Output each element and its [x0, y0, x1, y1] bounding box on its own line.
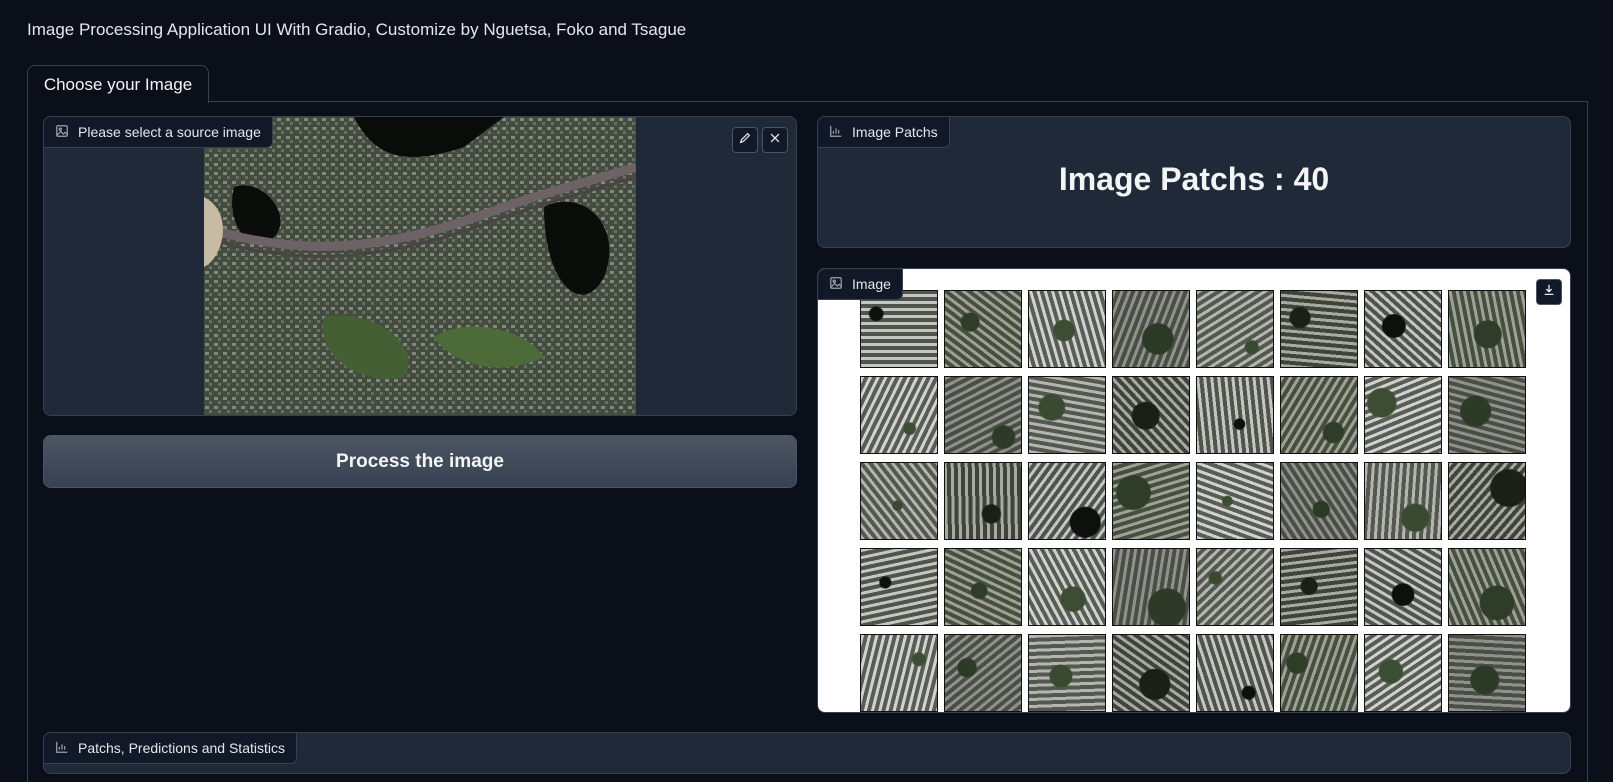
patch-count-text: Image Patchs : 40 — [1058, 161, 1330, 197]
app-title: Image Processing Application UI With Gra… — [27, 20, 687, 39]
patch-thumbnail[interactable] — [1280, 634, 1358, 712]
patch-thumbnail[interactable] — [1112, 634, 1190, 712]
image-patchs-block: Image Patchs Image Patchs : 40 — [817, 116, 1571, 248]
patch-thumbnail[interactable] — [1196, 462, 1274, 540]
image-gallery-block: Image — [817, 268, 1571, 713]
patch-thumbnail[interactable] — [1112, 376, 1190, 454]
patch-thumbnail[interactable] — [1028, 290, 1106, 368]
patch-thumbnail[interactable] — [860, 634, 938, 712]
patch-thumbnail[interactable] — [1028, 634, 1106, 712]
source-image — [204, 117, 636, 415]
patch-thumbnail[interactable] — [1196, 634, 1274, 712]
patch-thumbnail[interactable] — [944, 634, 1022, 712]
patch-thumbnail[interactable] — [1448, 290, 1526, 368]
chart-icon — [55, 740, 69, 757]
patch-thumbnail[interactable] — [1448, 634, 1526, 712]
patch-thumbnail[interactable] — [1112, 462, 1190, 540]
patch-thumbnail[interactable] — [1280, 290, 1358, 368]
patch-grid — [860, 290, 1526, 712]
patch-thumbnail[interactable] — [1280, 462, 1358, 540]
patch-thumbnail[interactable] — [1112, 290, 1190, 368]
chart-icon — [829, 124, 843, 141]
patch-thumbnail[interactable] — [944, 548, 1022, 626]
patch-thumbnail[interactable] — [1196, 548, 1274, 626]
patch-thumbnail[interactable] — [1364, 376, 1442, 454]
edit-button[interactable] — [732, 127, 758, 153]
patch-thumbnail[interactable] — [944, 462, 1022, 540]
process-image-button[interactable]: Process the image — [43, 435, 797, 488]
pencil-icon — [738, 131, 752, 150]
source-image-label-text: Please select a source image — [78, 124, 261, 140]
patch-thumbnail[interactable] — [1028, 548, 1106, 626]
image-patchs-label: Image Patchs — [818, 117, 950, 148]
patch-thumbnail[interactable] — [1364, 634, 1442, 712]
patch-thumbnail[interactable] — [1280, 376, 1358, 454]
image-icon — [55, 124, 69, 141]
patch-thumbnail[interactable] — [860, 290, 938, 368]
patch-thumbnail[interactable] — [860, 462, 938, 540]
image-icon — [829, 276, 843, 293]
patch-thumbnail[interactable] — [1448, 462, 1526, 540]
clear-button[interactable] — [762, 127, 788, 153]
patch-thumbnail[interactable] — [1196, 290, 1274, 368]
stats-label-text: Patchs, Predictions and Statistics — [78, 740, 285, 756]
patch-thumbnail[interactable] — [1196, 376, 1274, 454]
image-patchs-label-text: Image Patchs — [852, 124, 938, 140]
close-icon — [768, 131, 782, 150]
patch-thumbnail[interactable] — [1280, 548, 1358, 626]
patchs-predictions-statistics-block: Patchs, Predictions and Statistics — [43, 732, 1571, 774]
patch-thumbnail[interactable] — [1364, 290, 1442, 368]
patch-thumbnail[interactable] — [1364, 462, 1442, 540]
patch-thumbnail[interactable] — [944, 376, 1022, 454]
stats-label: Patchs, Predictions and Statistics — [44, 733, 297, 764]
patch-thumbnail[interactable] — [944, 290, 1022, 368]
patch-thumbnail[interactable] — [1028, 376, 1106, 454]
patch-thumbnail[interactable] — [1448, 548, 1526, 626]
source-image-label: Please select a source image — [44, 117, 273, 148]
patch-thumbnail[interactable] — [1028, 462, 1106, 540]
image-gallery-label-text: Image — [852, 276, 891, 292]
download-icon — [1542, 283, 1556, 302]
download-button[interactable] — [1536, 279, 1562, 305]
image-gallery-label: Image — [818, 269, 903, 300]
source-image-block[interactable]: Please select a source image — [43, 116, 797, 416]
patch-thumbnail[interactable] — [1364, 548, 1442, 626]
tab-choose-your-image[interactable]: Choose your Image — [27, 65, 209, 103]
patch-thumbnail[interactable] — [1448, 376, 1526, 454]
patch-thumbnail[interactable] — [860, 376, 938, 454]
patch-thumbnail[interactable] — [1112, 548, 1190, 626]
patch-thumbnail[interactable] — [860, 548, 938, 626]
